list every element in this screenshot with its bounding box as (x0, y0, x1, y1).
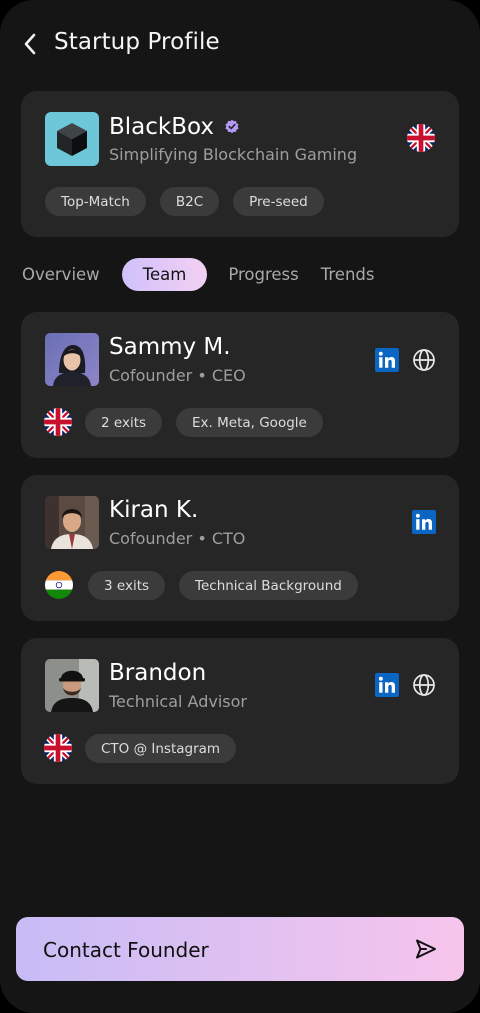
tag-chip: Technical Background (179, 571, 358, 600)
linkedin-icon[interactable] (375, 348, 399, 372)
team-member-card[interactable]: Brandon Technical Advisor CTO @ Instagra… (21, 638, 459, 784)
avatar (45, 333, 99, 386)
back-button[interactable] (14, 26, 46, 62)
chevron-left-icon (24, 33, 36, 55)
linkedin-icon[interactable] (375, 673, 399, 697)
member-tags: 2 exits Ex. Meta, Google (85, 408, 323, 437)
startup-card: BlackBox Simplifying Blockchain Gaming T… (21, 91, 459, 237)
tab-overview[interactable]: Overview (22, 258, 100, 291)
team-member-card[interactable]: Kiran K. Cofounder • CTO 3 exits Technic… (21, 475, 459, 621)
startup-logo (45, 112, 99, 166)
contact-founder-label: Contact Founder (43, 938, 209, 962)
globe-icon[interactable] (412, 673, 436, 697)
tag-chip: Top-Match (45, 187, 146, 216)
startup-name: BlackBox (109, 114, 214, 140)
startup-tags: Top-Match B2C Pre-seed (45, 187, 324, 216)
member-role: Technical Advisor (109, 692, 247, 711)
avatar (45, 496, 99, 549)
india-flag-icon (45, 571, 73, 599)
team-member-card[interactable]: Sammy M. Cofounder • CEO 2 exits Ex. Met… (21, 312, 459, 458)
tag-chip: Pre-seed (233, 187, 324, 216)
send-icon (416, 939, 436, 959)
member-tags: CTO @ Instagram (85, 734, 237, 763)
tag-chip: 2 exits (85, 408, 163, 437)
startup-tagline: Simplifying Blockchain Gaming (109, 145, 358, 164)
tab-team[interactable]: Team (121, 258, 208, 291)
avatar (45, 659, 99, 712)
tab-bar: Overview Team Progress Trends (22, 258, 375, 291)
page-title: Startup Profile (54, 29, 220, 55)
contact-founder-button[interactable]: Contact Founder (16, 917, 464, 981)
uk-flag-icon (44, 408, 72, 436)
tag-chip: Ex. Meta, Google (176, 408, 323, 437)
linkedin-icon[interactable] (412, 510, 436, 534)
uk-flag-icon (407, 124, 435, 152)
cube-logo-icon (57, 123, 87, 156)
verified-badge-icon (225, 119, 239, 134)
member-role: Cofounder • CTO (109, 529, 246, 548)
member-role: Cofounder • CEO (109, 366, 246, 385)
member-tags: 3 exits Technical Background (88, 571, 358, 600)
member-name: Kiran K. (109, 497, 199, 523)
uk-flag-icon (44, 734, 72, 762)
tag-chip: CTO @ Instagram (85, 734, 237, 763)
member-name: Brandon (109, 660, 207, 686)
member-name: Sammy M. (109, 334, 231, 360)
app-screen: Startup Profile BlackBox Simplifying Blo… (0, 0, 480, 1013)
tab-progress[interactable]: Progress (228, 258, 298, 291)
tag-chip: B2C (159, 187, 220, 216)
header: Startup Profile (0, 24, 480, 64)
tab-trends[interactable]: Trends (321, 258, 375, 291)
tag-chip: 3 exits (88, 571, 166, 600)
globe-icon[interactable] (412, 348, 436, 372)
